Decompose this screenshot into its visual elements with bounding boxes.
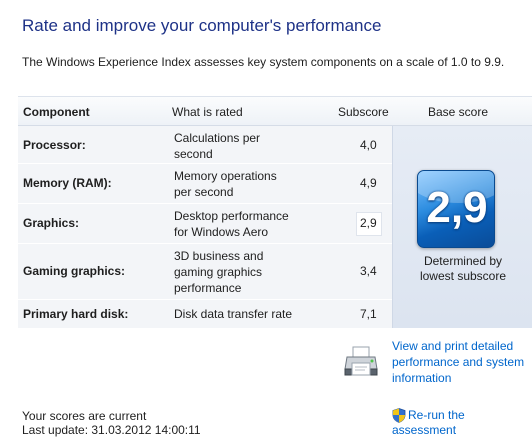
page-description: The Windows Experience Index assesses ke… bbox=[22, 55, 505, 69]
row-subscore: 2,9 bbox=[360, 216, 377, 230]
base-score-panel: 2,9 Determined by lowest subscore bbox=[392, 126, 532, 328]
last-update-text: Last update: 31.03.2012 14:00:11 bbox=[22, 423, 201, 437]
row-subscore: 7,1 bbox=[360, 307, 377, 321]
status-area: Your scores are current Last update: 31.… bbox=[22, 409, 201, 437]
row-name: Processor: bbox=[23, 138, 86, 152]
rerun-assessment-link[interactable]: Re-run the assessment bbox=[392, 408, 532, 437]
column-what-is-rated: What is rated bbox=[172, 105, 243, 119]
base-score-badge: 2,9 bbox=[417, 170, 495, 248]
printer-icon[interactable] bbox=[343, 345, 379, 379]
table-header: Component What is rated Subscore Base sc… bbox=[18, 96, 532, 126]
page-title: Rate and improve your computer's perform… bbox=[22, 16, 382, 35]
base-score-caption: Determined by lowest subscore bbox=[419, 254, 507, 283]
scores-current-text: Your scores are current bbox=[22, 409, 147, 423]
row-what: 3D business and gaming graphics performa… bbox=[174, 249, 264, 295]
base-score-value: 2,9 bbox=[426, 183, 488, 232]
column-base-score: Base score bbox=[428, 105, 489, 119]
row-name: Gaming graphics: bbox=[23, 264, 126, 278]
table-row-gaming-graphics: Gaming graphics: 3D business and gaming … bbox=[18, 244, 410, 300]
table-row-hard-disk: Primary hard disk: Disk data transfer ra… bbox=[18, 300, 410, 328]
row-name: Memory (RAM): bbox=[23, 176, 112, 190]
column-component: Component bbox=[23, 105, 90, 119]
table-row-memory: Memory (RAM): Memory operations per seco… bbox=[18, 164, 410, 204]
row-subscore: 4,0 bbox=[360, 138, 377, 152]
uac-shield-icon bbox=[392, 408, 406, 424]
view-print-details-link[interactable]: View and print detailed performance and … bbox=[392, 338, 530, 386]
row-what: Calculations per second bbox=[174, 131, 261, 161]
score-table: Component What is rated Subscore Base sc… bbox=[18, 96, 532, 328]
row-what: Disk data transfer rate bbox=[174, 307, 293, 321]
column-subscore: Subscore bbox=[338, 105, 389, 119]
row-what: Memory operations per second bbox=[174, 169, 277, 199]
row-what: Desktop performance for Windows Aero bbox=[174, 209, 289, 239]
table-rows: Processor: Calculations per second 4,0 M… bbox=[18, 126, 410, 328]
table-row-processor: Processor: Calculations per second 4,0 bbox=[18, 126, 410, 164]
table-row-graphics: Graphics: Desktop performance for Window… bbox=[18, 204, 410, 244]
row-subscore: 3,4 bbox=[360, 264, 377, 278]
row-subscore: 4,9 bbox=[360, 176, 377, 190]
row-name: Graphics: bbox=[23, 216, 80, 230]
row-name: Primary hard disk: bbox=[23, 307, 129, 321]
